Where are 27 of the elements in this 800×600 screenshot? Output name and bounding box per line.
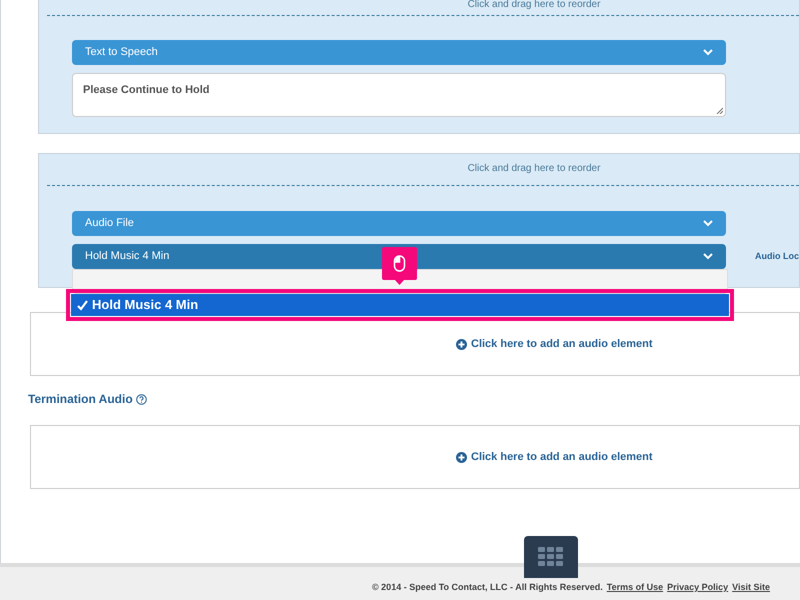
- drag-handle[interactable]: Click and drag here to reorder: [39, 0, 799, 15]
- text-area[interactable]: Please Continue to Hold: [72, 73, 726, 117]
- chevron-icon: [703, 49, 713, 56]
- chevron-icon: [703, 253, 713, 260]
- footer-link[interactable]: Terms of Use: [606, 580, 664, 594]
- plus-circle-icon: [456, 452, 467, 462]
- audio-location-label: Audio Loc: [755, 250, 799, 263]
- dropdown-option[interactable]: Hold Music 4 Min: [66, 289, 734, 321]
- add-audio-link[interactable]: Click here to add an audio element: [456, 336, 653, 352]
- resize-grip-icon[interactable]: [716, 107, 723, 114]
- chevron-icon: [703, 220, 713, 227]
- drag-handle[interactable]: Click and drag here to reorder: [39, 154, 799, 185]
- copyright-text: © 2014 - Speed To Contact, LLC - All Rights Reserved.: [372, 580, 603, 594]
- apps-tab[interactable]: [524, 536, 578, 578]
- mouse-icon: [394, 255, 406, 272]
- section-title: Termination Audio: [28, 391, 133, 408]
- footer-link[interactable]: Privacy Policy: [667, 580, 728, 594]
- dropdown-select[interactable]: Hold Music 4 Min: [72, 244, 726, 269]
- plus-circle-icon: [456, 338, 467, 350]
- dropdown-select[interactable]: Text to Speech: [72, 40, 726, 65]
- add-audio-link[interactable]: Click here to add an audio element: [456, 448, 653, 466]
- check-icon: [77, 300, 88, 310]
- grid-icon: [538, 547, 564, 567]
- mouse-tooltip: [382, 247, 417, 285]
- dropdown-select[interactable]: Audio File: [72, 211, 726, 236]
- footer-link[interactable]: Visit Site: [732, 580, 770, 594]
- help-icon[interactable]: [136, 394, 147, 404]
